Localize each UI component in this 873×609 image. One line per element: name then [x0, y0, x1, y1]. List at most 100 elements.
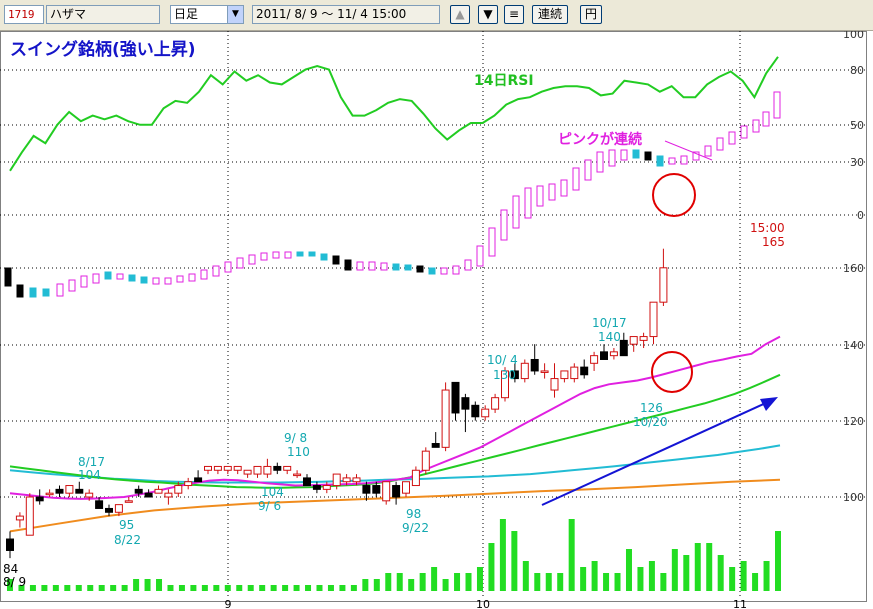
rsi-box [656, 155, 664, 167]
date-tick-11: 11 [733, 598, 747, 609]
rsi-box [80, 275, 88, 288]
annotation-10-4-date: 10/ 4 [487, 353, 518, 367]
rsi-box [212, 265, 220, 277]
rsi-box [704, 145, 712, 157]
annotation-8-22-price: 95 [119, 518, 134, 532]
annotation-9-22-price: 98 [406, 507, 421, 521]
candle-body [619, 339, 628, 357]
rsi-tick-30: 30 [850, 156, 864, 169]
down-triangle-icon: ▼ [483, 7, 493, 21]
volume-bar [729, 567, 736, 591]
candle-body [15, 515, 24, 521]
rsi-label: 14日RSI [474, 73, 534, 89]
annotation-9-6-date: 9/ 6 [258, 499, 281, 513]
volume-bar [75, 585, 82, 591]
volume-bar [775, 531, 781, 591]
rsi-box [296, 251, 304, 257]
continuous-button[interactable]: 連続 [532, 5, 568, 24]
menu-button[interactable]: ≡ [504, 5, 524, 24]
volume-bar [362, 579, 369, 591]
rsi-box [56, 283, 64, 297]
rsi-box [29, 287, 37, 298]
rsi-box [476, 245, 484, 267]
rsi-box [512, 195, 520, 229]
volume-bar [41, 585, 48, 591]
candle-body [144, 492, 153, 498]
candle-body [649, 301, 658, 338]
yen-button[interactable]: 円 [580, 5, 602, 24]
volume-bar [385, 573, 392, 591]
volume-bar [29, 585, 36, 591]
candle-body [6, 538, 14, 551]
candle-body [174, 485, 183, 494]
rsi-box [260, 252, 268, 261]
rsi-box [68, 279, 76, 292]
volume-bar [660, 573, 667, 591]
candle-body [322, 485, 331, 490]
volume-bar [557, 573, 564, 591]
date-tick-9: 9 [225, 598, 232, 609]
rsi-box [140, 276, 148, 284]
annotation-10-17-price: 140 [598, 330, 621, 344]
scroll-up-button[interactable]: ▲ [450, 5, 470, 24]
candle-body [95, 500, 104, 509]
volume-bar [396, 573, 403, 591]
rsi-box [680, 155, 688, 165]
candle-body [659, 267, 668, 303]
candle-body [530, 358, 539, 372]
volume-bar [419, 573, 426, 591]
rsi-box [762, 111, 770, 127]
rsi-box [92, 273, 100, 284]
period-select-value: 日足 [174, 7, 199, 21]
rsi-box [773, 91, 781, 119]
volume-bar [87, 585, 94, 591]
rsi-box [200, 269, 208, 280]
annotation-10-4-price: 130 [493, 368, 516, 382]
rsi-box [524, 187, 532, 219]
annotation-start-date: 8/ 9 [3, 575, 26, 589]
rsi-box [536, 185, 544, 207]
volume-bar [144, 579, 151, 591]
volume-bar [236, 585, 243, 591]
candle-body [194, 477, 203, 483]
volume-bar [270, 585, 277, 591]
volume-bar [408, 579, 415, 591]
rsi-box [128, 274, 136, 282]
rsi-box [572, 167, 580, 191]
rsi-box [596, 151, 604, 173]
rsi-box [188, 273, 196, 282]
candle-body [204, 465, 212, 471]
volume-bar [350, 585, 357, 591]
rsi-box [272, 251, 280, 259]
annotation-9-6-price: 104 [261, 485, 284, 499]
volume-bar [247, 585, 254, 591]
period-select[interactable]: 日足 ▼ [170, 5, 244, 24]
candle-body [55, 488, 64, 494]
rsi-box [464, 259, 472, 271]
candle-body [332, 473, 341, 487]
scroll-down-button[interactable]: ▼ [478, 5, 498, 24]
volume-bar [293, 585, 300, 591]
volume-bar [327, 585, 334, 591]
candle-body [431, 443, 440, 448]
volume-bar [110, 585, 117, 591]
rsi-box [716, 137, 724, 151]
candle-body [560, 370, 569, 380]
stock-name-field: ハザマ [46, 5, 160, 24]
candle-body [471, 404, 480, 418]
annotation-low-84: 84 [3, 562, 18, 576]
up-triangle-icon: ▲ [455, 7, 465, 21]
rsi-box [236, 257, 244, 269]
volume-bar [648, 561, 655, 591]
candle-body [481, 408, 490, 418]
rsi-box [356, 261, 364, 271]
candle-body [392, 485, 401, 498]
stock-code-field[interactable]: 1719 [4, 5, 44, 24]
candle-body [362, 485, 371, 494]
volume-bar [121, 585, 128, 591]
volume-bar [98, 585, 105, 591]
date-range-field: 2011/ 8/ 9 〜 11/ 4 15:00 [252, 5, 440, 24]
annotation-8-22-date: 8/22 [114, 533, 141, 547]
candle-body [372, 485, 381, 494]
annotation-9-8-date: 9/ 8 [284, 431, 307, 445]
